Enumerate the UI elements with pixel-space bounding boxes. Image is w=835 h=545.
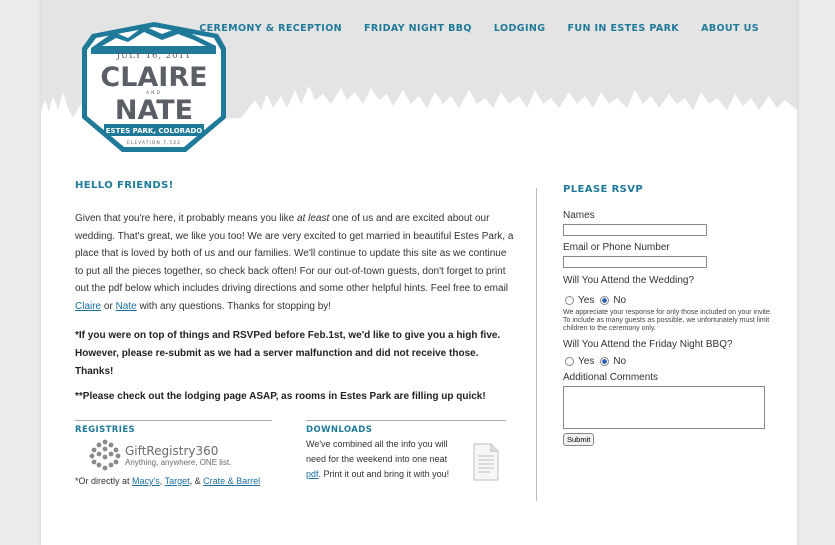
intro-text-3: with any questions. Thanks for stopping … [136, 300, 332, 312]
bbq-no-radio[interactable] [600, 357, 610, 366]
hello-heading: HELLO FRIENDS! [75, 180, 174, 191]
email-nate-link[interactable]: Nate [116, 301, 137, 312]
comments-textarea[interactable] [563, 386, 765, 429]
logo-elevation: ELEVATION 7,522 [127, 140, 181, 146]
logo-place: ESTES PARK, COLORADO [106, 127, 203, 135]
main-content: HELLO FRIENDS! Given that you're here, i… [75, 180, 515, 402]
intro-emphasis: at least [297, 213, 330, 224]
gift-dots-icon [89, 439, 121, 471]
wedding-no-radio[interactable] [600, 296, 610, 305]
email-phone-label: Email or Phone Number [563, 242, 670, 253]
nav-lodging[interactable]: LODGING [494, 23, 546, 34]
info-columns: REGISTRIES GiftRegistry360 Anything, any… [75, 420, 507, 520]
rsvp-resubmit-note: *If you were on top of things and RSVPed… [75, 330, 501, 377]
submit-button[interactable]: Submit [563, 433, 595, 446]
giftregistry360-logo[interactable]: GiftRegistry360 Anything, anywhere, ONE … [89, 439, 272, 471]
names-label: Names [563, 210, 595, 221]
names-input[interactable] [563, 224, 707, 236]
claire-nate-logo[interactable]: JULY 16, 2011 CLAIRE AND NATE ESTES PARK… [66, 14, 243, 157]
wedding-yes-radio[interactable] [565, 296, 574, 305]
downloads-section: DOWNLOADS We've combined all the info yo… [306, 420, 506, 482]
nav-about-us[interactable]: ABOUT US [701, 23, 759, 34]
downloads-heading: DOWNLOADS [306, 420, 506, 435]
bbq-no-label: No [613, 356, 627, 367]
rsvp-form: PLEASE RSVP Names Email or Phone Number … [563, 184, 773, 447]
bbq-yes-label: Yes [578, 356, 595, 367]
nav-friday-night-bbq[interactable]: FRIDAY NIGHT BBQ [364, 23, 472, 34]
lodging-note: **Please check out the lodging page ASAP… [75, 391, 486, 402]
registries-heading: REGISTRIES [75, 420, 272, 435]
downloads-text-2: . Print it out and bring it with you! [318, 469, 450, 479]
wedding-guest-note: We appreciate your response for only tho… [563, 309, 772, 332]
rsvp-heading: PLEASE RSVP [563, 184, 644, 195]
pdf-document-icon[interactable] [472, 443, 500, 481]
crate-barrel-link[interactable]: Crate & Barrel [203, 476, 260, 486]
header: CEREMONY & RECEPTION FRIDAY NIGHT BBQ LO… [41, 0, 797, 165]
logo-name-claire: CLAIRE [100, 62, 207, 93]
registries-section: REGISTRIES GiftRegistry360 Anything, any… [75, 420, 272, 489]
comments-label: Additional Comments [563, 372, 659, 383]
intro-text-2: one of us and are excited about our wedd… [75, 213, 514, 294]
giftregistry360-brand: GiftRegistry360 [125, 443, 219, 458]
email-claire-link[interactable]: Claire [75, 301, 101, 312]
bbq-radio-group: Yes No [563, 356, 773, 367]
intro-paragraph: Given that you're here, it probably mean… [75, 210, 515, 315]
downloads-text-1: We've combined all the info you will nee… [306, 439, 448, 464]
nav-fun-in-estes-park[interactable]: FUN IN ESTES PARK [567, 23, 679, 34]
wedding-yes-label: Yes [578, 295, 595, 306]
intro-text-1: Given that you're here, it probably mean… [75, 213, 298, 224]
intro-or: or [101, 300, 116, 312]
macys-link[interactable]: Macy's [132, 476, 160, 486]
wedding-radio-group: Yes No [563, 295, 773, 306]
bbq-question: Will You Attend the Friday Night BBQ? [563, 339, 733, 350]
pdf-link[interactable]: pdf [306, 469, 319, 479]
logo-date: JULY 16, 2011 [116, 51, 192, 61]
amp-separator: , & [189, 476, 204, 486]
column-divider [536, 188, 537, 501]
page: CEREMONY & RECEPTION FRIDAY NIGHT BBQ LO… [41, 0, 797, 545]
giftregistry360-tagline: Anything, anywhere, ONE list. [125, 457, 232, 467]
registries-direct-text: *Or directly at Macy's, Target, & Crate … [75, 474, 272, 489]
direct-prefix: *Or directly at [75, 476, 133, 486]
wedding-no-label: No [613, 295, 627, 306]
wedding-question: Will You Attend the Wedding? [563, 275, 695, 286]
email-phone-input[interactable] [563, 256, 707, 268]
target-link[interactable]: Target [165, 476, 190, 486]
logo-name-nate: NATE [115, 95, 193, 126]
bbq-yes-radio[interactable] [565, 357, 574, 366]
downloads-text: We've combined all the info you will nee… [306, 437, 464, 482]
main-nav: CEREMONY & RECEPTION FRIDAY NIGHT BBQ LO… [199, 23, 759, 34]
